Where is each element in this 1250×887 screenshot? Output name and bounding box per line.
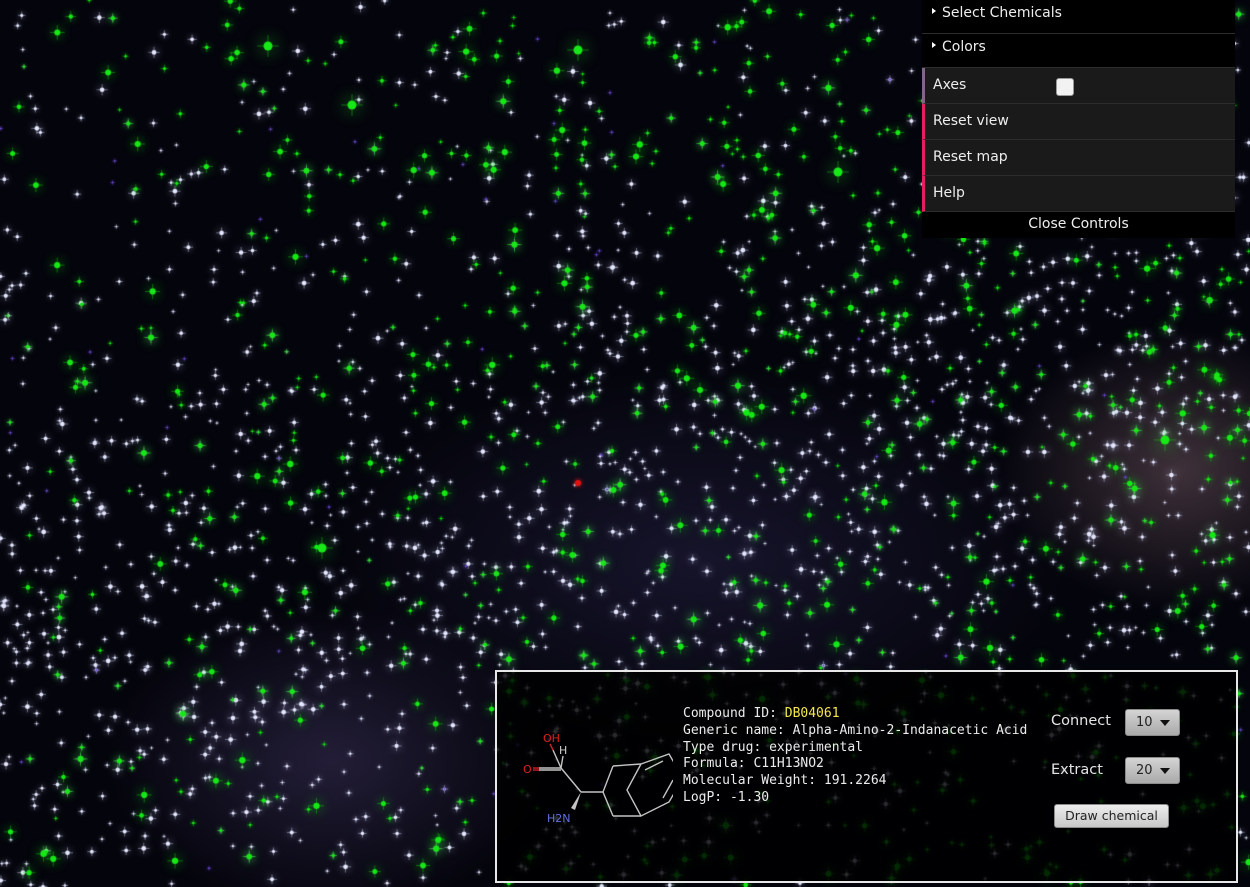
extract-dropdown[interactable]: 20 xyxy=(1125,757,1180,784)
reset-view-button[interactable]: Reset view xyxy=(922,104,1235,140)
atom-label: OH xyxy=(543,732,560,745)
logp: LogP: -1.30 xyxy=(683,789,770,805)
chevron-down-icon xyxy=(1160,768,1170,774)
axes-row: Axes xyxy=(922,68,1235,104)
connect-dropdown[interactable]: 10 xyxy=(1125,709,1180,736)
axes-checkbox[interactable] xyxy=(1056,78,1074,96)
molecule-structure: OH O H H2N xyxy=(523,732,673,824)
generic-name: Generic name: Alpha-Amino-2-Indanacetic … xyxy=(683,722,1028,738)
drug-type: Type drug: experimental xyxy=(683,739,864,755)
draw-chemical-button[interactable]: Draw chemical xyxy=(1054,804,1169,828)
close-controls-button[interactable]: Close Controls xyxy=(922,212,1235,238)
axes-label: Axes xyxy=(933,77,967,93)
compound-id-value[interactable]: DB04061 xyxy=(785,706,840,721)
folder-label: Select Chemicals xyxy=(942,5,1062,21)
connect-value: 10 xyxy=(1136,715,1153,730)
folder-colors[interactable]: Colors xyxy=(922,34,1235,68)
triangle-right-icon xyxy=(932,8,936,14)
connect-label: Connect xyxy=(1051,713,1111,729)
help-button[interactable]: Help xyxy=(922,176,1235,212)
compound-details: Compound ID: DB04061 Generic name: Alpha… xyxy=(683,706,1027,807)
extract-label: Extract xyxy=(1051,762,1103,778)
formula: Formula: C11H13NO2 xyxy=(683,756,824,772)
compound-info-panel: OH O H H2N Compound ID: DB04061 Generic … xyxy=(495,670,1238,883)
extract-value: 20 xyxy=(1136,763,1153,778)
atom-label: O xyxy=(523,763,532,776)
molecular-weight: Molecular Weight: 191.2264 xyxy=(683,773,887,789)
atom-label: H xyxy=(559,744,567,757)
reset-view-label: Reset view xyxy=(933,113,1009,129)
reset-map-label: Reset map xyxy=(933,149,1008,165)
triangle-right-icon xyxy=(932,42,936,48)
control-panel: Select Chemicals Colors Axes Reset view … xyxy=(922,0,1235,238)
folder-label: Colors xyxy=(942,39,986,55)
folder-select-chemicals[interactable]: Select Chemicals xyxy=(922,0,1235,34)
atom-label: H2N xyxy=(547,812,571,824)
selected-compound-point[interactable] xyxy=(575,480,581,486)
reset-map-button[interactable]: Reset map xyxy=(922,140,1235,176)
help-label: Help xyxy=(933,185,965,201)
compound-id-label: Compound ID: xyxy=(683,706,785,721)
chevron-down-icon xyxy=(1160,720,1170,726)
close-controls-label: Close Controls xyxy=(1028,216,1129,232)
